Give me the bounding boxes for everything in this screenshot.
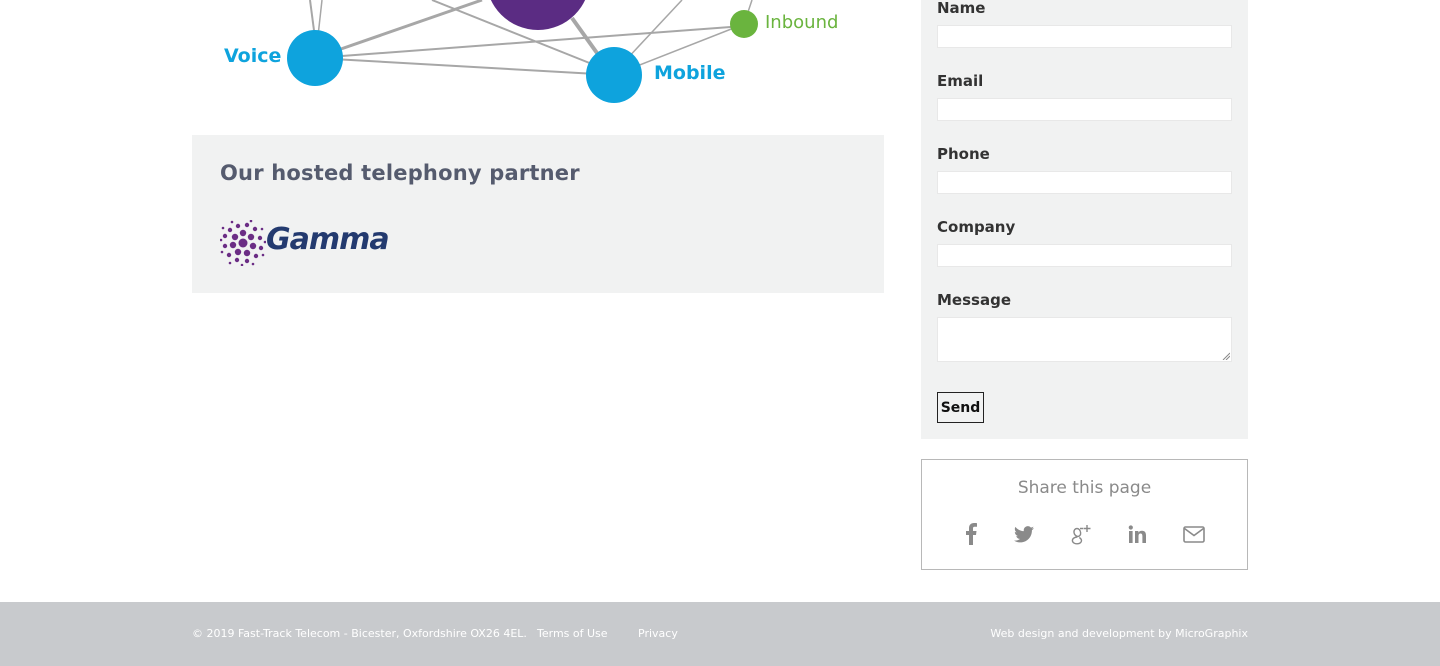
share-box: Share this page	[921, 459, 1248, 570]
message-label: Message	[937, 291, 1011, 309]
linkedin-icon[interactable]	[1125, 522, 1149, 546]
voice-node	[287, 30, 343, 86]
footer: © 2019 Fast-Track Telecom - Bicester, Ox…	[0, 602, 1440, 666]
share-title: Share this page	[1017, 478, 1152, 498]
inbound-node	[730, 10, 758, 38]
terms-of-use-link[interactable]: Terms of Use	[537, 627, 608, 640]
partner-heading: Our hosted telephony partner	[220, 161, 580, 185]
page: Voice Mobile Inbound Our hosted telephon…	[0, 0, 1440, 666]
company-field[interactable]	[937, 244, 1232, 267]
google-plus-icon[interactable]	[1069, 522, 1093, 546]
name-label: Name	[937, 0, 986, 17]
contact-form: Name Email Phone Company Message Send	[921, 0, 1248, 439]
email-icon[interactable]	[1182, 522, 1206, 546]
telephony-partner-panel: Our hosted telephony partner Gamma	[192, 135, 884, 293]
name-field[interactable]	[937, 25, 1232, 48]
company-label: Company	[937, 218, 1016, 236]
twitter-icon[interactable]	[1012, 522, 1036, 546]
send-button[interactable]: Send	[937, 392, 984, 423]
resize-handle-icon[interactable]	[1222, 352, 1230, 360]
email-label: Email	[937, 72, 984, 90]
footer-copyright: © 2019 Fast-Track Telecom - Bicester, Ox…	[192, 627, 527, 640]
mobile-node	[586, 47, 642, 103]
gamma-dots-icon	[219, 219, 267, 267]
voice-label: Voice	[224, 45, 282, 67]
gamma-logo-text: Gamma	[266, 222, 390, 257]
link-line	[314, 25, 745, 59]
phone-field[interactable]	[937, 171, 1232, 194]
central-node	[490, 0, 586, 30]
message-field[interactable]	[937, 317, 1232, 362]
facebook-icon[interactable]	[959, 522, 983, 546]
link-line	[314, 57, 615, 76]
gamma-logo: Gamma	[219, 219, 390, 267]
phone-label: Phone	[937, 145, 990, 163]
designer-credit-link[interactable]: Web design and development by MicroGraph…	[990, 627, 1248, 640]
network-diagram: Voice Mobile Inbound	[192, 0, 884, 120]
privacy-link[interactable]: Privacy	[638, 627, 678, 640]
inbound-label: Inbound	[765, 12, 839, 33]
email-field[interactable]	[937, 98, 1232, 121]
mobile-label: Mobile	[654, 62, 726, 84]
